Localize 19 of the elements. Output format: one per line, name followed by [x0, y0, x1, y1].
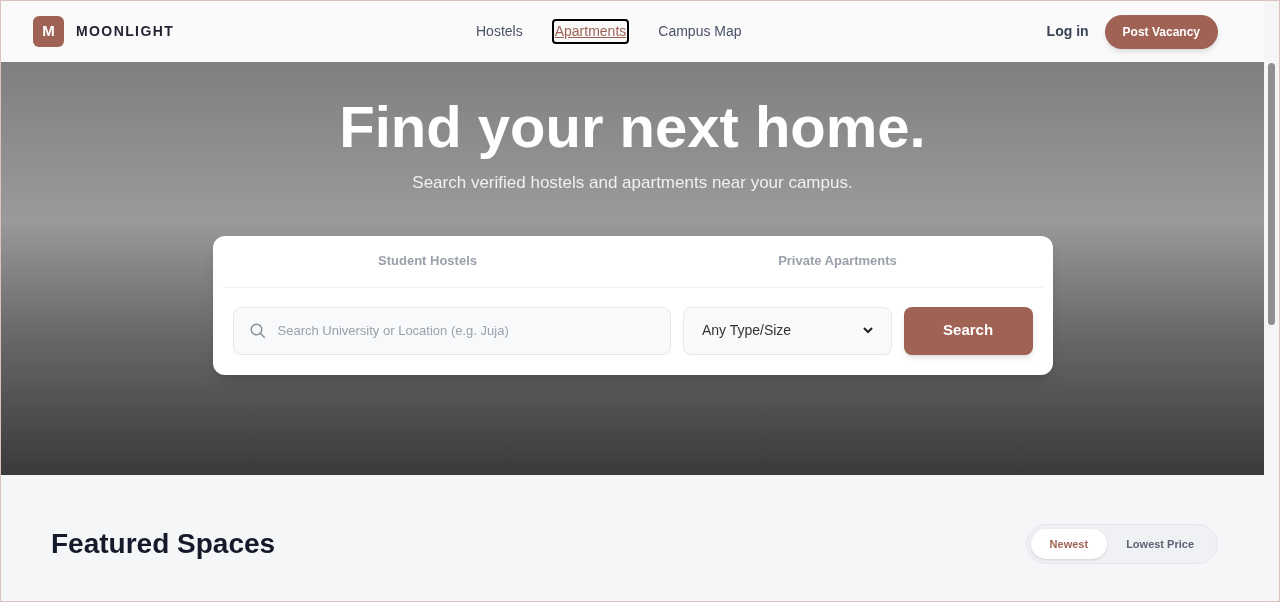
search-tab[interactable]: Student Hostels	[222, 235, 633, 287]
type-select[interactable]: Any Type/Size	[682, 306, 892, 355]
search-button[interactable]: Search	[903, 306, 1033, 355]
section-title: Featured Spaces	[51, 527, 276, 561]
search-tab[interactable]: Private Apartments	[632, 235, 1043, 287]
search-field[interactable]: Search University or Location (e.g. Juja)	[232, 306, 671, 355]
chevron-down-icon	[862, 327, 873, 334]
login-link[interactable]: Log in	[1046, 21, 1089, 42]
hero-title: Find your next home.	[339, 93, 926, 161]
post-vacancy-button[interactable]: Post Vacancy	[1104, 14, 1218, 49]
logo-badge: M	[33, 16, 64, 47]
brand-name: MOONLIGHT	[76, 22, 175, 41]
nav-link[interactable]: Hostels	[475, 21, 524, 42]
sort-option[interactable]: Lowest Price	[1107, 529, 1213, 559]
nav-link[interactable]: Campus Map	[657, 21, 743, 42]
search-icon	[248, 321, 267, 340]
sort-option[interactable]: Newest	[1030, 529, 1108, 559]
nav-link[interactable]: Apartments	[551, 19, 630, 44]
hero-subtitle: Search verified hostels and apartments near your campus.	[412, 172, 853, 194]
